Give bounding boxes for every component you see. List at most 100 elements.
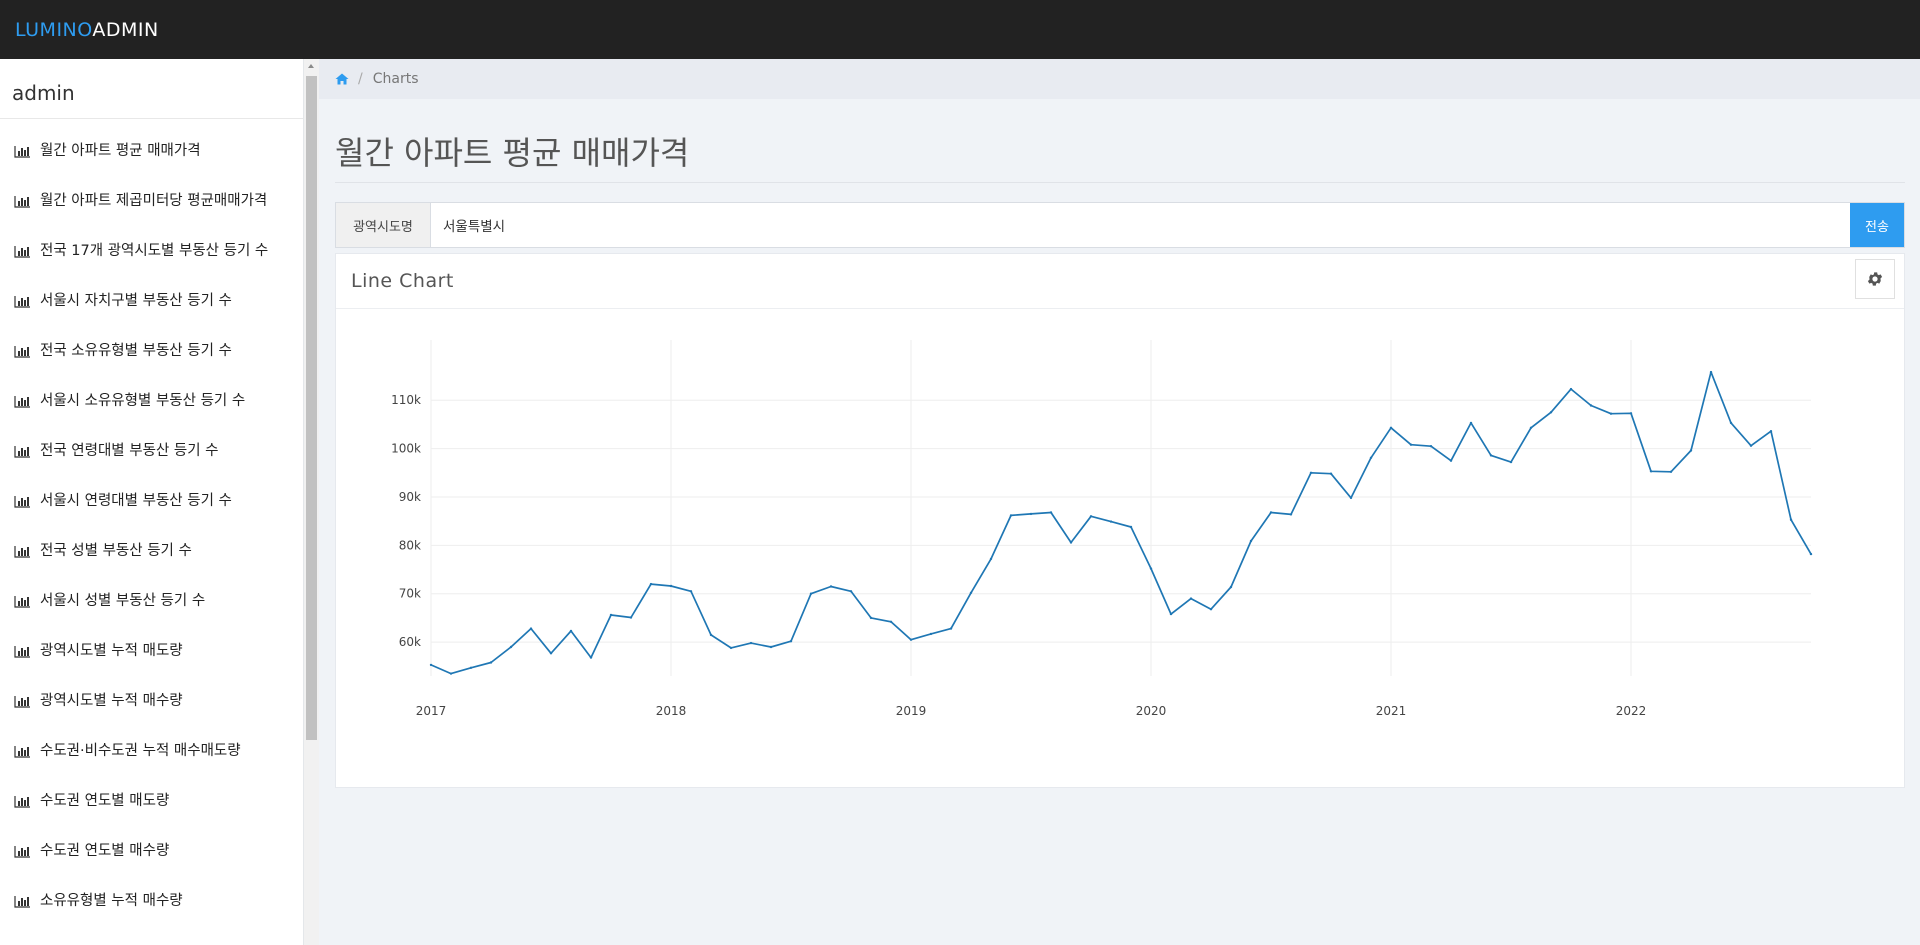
sidebar-item[interactable]: 전국 연령대별 부동산 등기 수 [0, 419, 303, 469]
data-point[interactable] [609, 613, 613, 617]
data-point[interactable] [1209, 608, 1213, 611]
data-point[interactable] [649, 582, 653, 586]
scrollbar-thumb[interactable] [306, 76, 317, 740]
data-point[interactable] [809, 592, 813, 595]
data-point[interactable] [1629, 412, 1633, 415]
data-point[interactable] [589, 656, 593, 659]
data-point[interactable] [1049, 511, 1053, 514]
data-point[interactable] [889, 620, 893, 623]
data-point[interactable] [709, 633, 713, 637]
data-point[interactable] [1169, 612, 1173, 616]
series-line[interactable] [430, 371, 1812, 675]
submit-button[interactable]: 전송 [1850, 203, 1904, 247]
data-point[interactable] [949, 627, 953, 630]
data-point[interactable] [1489, 454, 1493, 457]
sidebar-item[interactable]: 광역시도별 누적 매도량 [0, 619, 303, 669]
data-point[interactable] [469, 666, 473, 669]
sidebar-item-label: 전국 연령대별 부동산 등기 수 [40, 443, 219, 459]
data-point[interactable] [1149, 567, 1153, 570]
data-point[interactable] [829, 585, 833, 588]
data-point[interactable] [749, 641, 753, 645]
x-tick-label: 2018 [656, 704, 687, 718]
data-point[interactable] [1689, 449, 1693, 452]
sidebar-item[interactable]: 서울시 연령대별 부동산 등기 수 [0, 469, 303, 519]
data-point[interactable] [1529, 426, 1533, 429]
sidebar-item[interactable]: 소유유형별 누적 매수량 [0, 869, 303, 919]
data-point[interactable] [669, 584, 673, 588]
data-point[interactable] [869, 616, 873, 620]
data-point[interactable] [1409, 443, 1413, 446]
data-point[interactable] [1809, 552, 1813, 556]
sidebar-item[interactable]: 수도권 연도별 매도량 [0, 769, 303, 819]
sidebar-item[interactable]: 수도권 연도별 매수량 [0, 819, 303, 869]
data-point[interactable] [1649, 470, 1653, 473]
data-point[interactable] [1369, 456, 1373, 459]
data-point[interactable] [509, 645, 513, 649]
data-point[interactable] [1789, 518, 1793, 521]
data-point[interactable] [909, 638, 913, 641]
data-point[interactable] [769, 645, 773, 649]
data-point[interactable] [1249, 539, 1253, 543]
data-point[interactable] [1089, 515, 1093, 518]
data-point[interactable] [1389, 426, 1393, 429]
data-point[interactable] [1509, 460, 1513, 464]
data-point[interactable] [1549, 411, 1553, 414]
data-point[interactable] [789, 640, 793, 643]
data-point[interactable] [569, 629, 573, 633]
sidebar-item[interactable]: 광역시도별 누적 매수량 [0, 669, 303, 719]
data-point[interactable] [549, 652, 553, 655]
data-point[interactable] [1469, 421, 1473, 425]
data-point[interactable] [729, 646, 733, 650]
data-point[interactable] [449, 672, 453, 675]
sidebar-scrollbar[interactable] [304, 59, 319, 945]
data-point[interactable] [1269, 511, 1273, 514]
sidebar-item[interactable]: 월간 아파트 평균 매매가격 [0, 119, 303, 169]
data-point[interactable] [629, 616, 633, 619]
brand-logo[interactable]: LUMINOADMIN [15, 19, 159, 41]
sidebar-item[interactable]: 서울시 자치구별 부동산 등기 수 [0, 269, 303, 319]
sidebar-item[interactable]: 서울시 성별 부동산 등기 수 [0, 569, 303, 619]
line-chart[interactable]: 60k 70k 80k 90k 100k 110k 2017 2018 2019 2020 2021… [336, 310, 1904, 788]
data-point[interactable] [849, 590, 853, 593]
data-point[interactable] [989, 557, 993, 561]
data-point[interactable] [1329, 472, 1333, 475]
data-point[interactable] [969, 591, 973, 594]
data-point[interactable] [1589, 404, 1593, 407]
sidebar-item[interactable]: 서울시 소유유형별 부동산 등기 수 [0, 369, 303, 419]
sidebar-item-label: 월간 아파트 제곱미터당 평균매매가격 [40, 193, 268, 209]
data-point[interactable] [1729, 421, 1733, 425]
data-point[interactable] [1009, 514, 1013, 517]
data-point[interactable] [1029, 512, 1033, 516]
sidebar-item[interactable]: 수도권·비수도권 누적 매수매도량 [0, 719, 303, 769]
sidebar-item[interactable]: 전국 17개 광역시도별 부동산 등기 수 [0, 219, 303, 269]
data-point[interactable] [1189, 597, 1193, 600]
data-point[interactable] [1069, 541, 1073, 544]
data-point[interactable] [1109, 520, 1113, 523]
data-point[interactable] [1709, 370, 1713, 374]
data-point[interactable] [489, 661, 493, 664]
data-point[interactable] [1129, 525, 1133, 529]
sidebar-item[interactable]: 전국 소유유형별 부동산 등기 수 [0, 319, 303, 369]
data-point[interactable] [1569, 387, 1573, 391]
data-point[interactable] [1669, 470, 1673, 473]
settings-button[interactable] [1855, 259, 1895, 299]
data-point[interactable] [1289, 513, 1293, 516]
data-point[interactable] [929, 632, 933, 636]
sidebar-item-label: 광역시도별 누적 매수량 [40, 693, 183, 709]
scroll-up-arrow-icon[interactable] [308, 64, 314, 68]
data-point[interactable] [689, 590, 693, 593]
data-point[interactable] [429, 663, 433, 667]
data-point[interactable] [1609, 412, 1613, 415]
sidebar-item[interactable]: 전국 성별 부동산 등기 수 [0, 519, 303, 569]
data-point[interactable] [1309, 471, 1313, 474]
region-input[interactable] [431, 203, 1850, 247]
data-point[interactable] [1429, 445, 1433, 448]
data-point[interactable] [1229, 585, 1233, 589]
data-point[interactable] [1769, 430, 1773, 433]
data-point[interactable] [1749, 444, 1753, 447]
sidebar-item[interactable]: 월간 아파트 제곱미터당 평균매매가격 [0, 169, 303, 219]
home-icon[interactable] [335, 73, 349, 85]
data-point[interactable] [1349, 496, 1353, 500]
data-point[interactable] [529, 627, 533, 630]
data-point[interactable] [1449, 459, 1453, 462]
